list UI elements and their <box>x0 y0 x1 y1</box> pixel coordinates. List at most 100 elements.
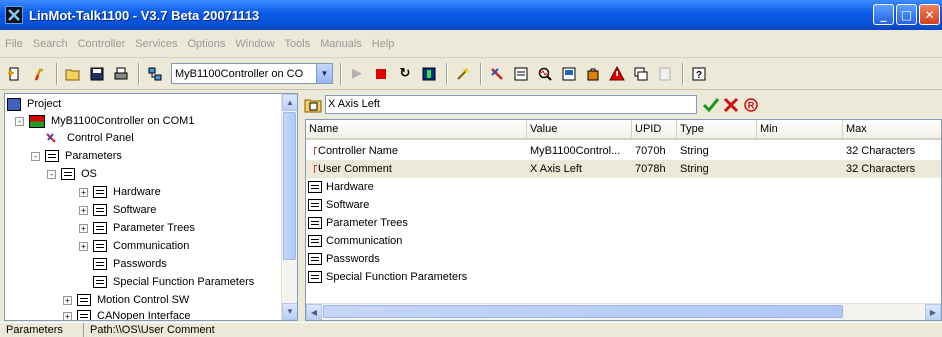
controller-select-value: MyB1100Controller on CO <box>175 67 304 80</box>
folder-row-passwords[interactable]: Passwords <box>306 250 941 268</box>
tree-item-controller[interactable]: - MyB1100Controller on COM1 <box>15 112 196 130</box>
scroll-right-icon[interactable]: ▶ <box>925 304 941 320</box>
parameter-folder-icon <box>93 222 107 234</box>
new-project-icon[interactable] <box>4 63 26 85</box>
tree-item-parameter-trees[interactable]: + Parameter Trees <box>79 219 197 237</box>
parameter-grid[interactable]: Name Value UPID Type Min Max Controller … <box>305 119 942 321</box>
expand-icon[interactable]: + <box>79 205 88 215</box>
cancel-x-icon[interactable] <box>723 96 739 114</box>
tree-item-software[interactable]: + Software <box>79 201 158 219</box>
window-title: LinMot-Talk1100 - V3.7 Beta 20071113 <box>29 7 260 23</box>
folder-row-software[interactable]: Software <box>306 196 941 214</box>
column-header-min[interactable]: Min <box>757 120 843 140</box>
grid-horizontal-scrollbar[interactable]: ◀ ▶ <box>306 303 941 320</box>
table-row-selected[interactable]: User Comment X Axis Left 7078h String 32… <box>306 160 941 178</box>
collapse-icon[interactable]: - <box>47 169 56 179</box>
tool-icon[interactable] <box>486 63 508 85</box>
folder-row-hardware[interactable]: Hardware <box>306 178 941 196</box>
row-type: String <box>680 145 709 157</box>
tree-item-os[interactable]: - OS <box>47 165 99 183</box>
tree-scroll-thumb[interactable] <box>283 112 296 260</box>
toolbar-separator <box>682 62 684 85</box>
column-header-upid[interactable]: UPID <box>632 120 677 140</box>
parameter-marker-icon <box>314 165 317 173</box>
folder-row-parameter-trees[interactable]: Parameter Trees <box>306 214 941 232</box>
network-icon[interactable] <box>144 63 166 85</box>
tree-item-project[interactable]: Project <box>7 95 63 113</box>
chevron-down-icon[interactable]: ▼ <box>316 64 332 83</box>
default-value-icon[interactable]: R <box>743 96 759 114</box>
menu-tools[interactable]: Tools <box>280 38 316 50</box>
expand-icon[interactable]: + <box>79 223 88 233</box>
tree-item-control-panel[interactable]: Control Panel <box>45 129 136 147</box>
scroll-down-icon[interactable]: ▼ <box>282 303 297 320</box>
menu-file[interactable]: File <box>0 38 28 50</box>
magic-wand-icon[interactable] <box>452 63 474 85</box>
list-icon[interactable] <box>654 63 676 85</box>
project-tree[interactable]: Project - MyB1100Controller on COM1 Cont… <box>4 93 298 321</box>
parameter-folder-icon <box>77 310 91 320</box>
stop-icon[interactable] <box>370 63 392 85</box>
help-icon[interactable]: ? <box>688 63 710 85</box>
row-name: User Comment <box>318 163 392 175</box>
save-disk-icon[interactable] <box>86 63 108 85</box>
row-value: X Axis Left <box>530 163 582 175</box>
tree-item-passwords[interactable]: Passwords <box>93 255 169 273</box>
folder-row-communication[interactable]: Communication <box>306 232 941 250</box>
bag-icon[interactable] <box>582 63 604 85</box>
column-header-name[interactable]: Name <box>306 120 527 140</box>
tree-item-special-function-parameters[interactable]: Special Function Parameters <box>93 273 256 291</box>
wizard-icon[interactable] <box>28 63 50 85</box>
tree-item-communication[interactable]: + Communication <box>79 237 191 255</box>
grid-scroll-thumb[interactable] <box>323 305 843 318</box>
expand-icon[interactable]: + <box>63 295 72 305</box>
play-icon[interactable]: ▶ <box>346 63 368 85</box>
apply-check-icon[interactable] <box>702 96 720 114</box>
toolbar-separator <box>138 62 140 85</box>
column-header-value[interactable]: Value <box>527 120 632 140</box>
close-button[interactable]: ✕ <box>919 4 940 25</box>
column-header-type[interactable]: Type <box>677 120 757 140</box>
tree-item-canopen-interface[interactable]: + CANopen Interface <box>63 307 193 320</box>
menu-window[interactable]: Window <box>230 38 279 50</box>
parameter-icon[interactable] <box>510 63 532 85</box>
tree-item-hardware[interactable]: + Hardware <box>79 183 163 201</box>
folder-row-special-function-parameters[interactable]: Special Function Parameters <box>306 268 941 286</box>
menu-search[interactable]: Search <box>28 38 73 50</box>
menu-manuals[interactable]: Manuals <box>315 38 367 50</box>
monitor-icon[interactable] <box>558 63 580 85</box>
tree-scrollbar[interactable]: ▲ ▼ <box>281 94 297 320</box>
collapse-icon[interactable]: - <box>15 116 24 126</box>
row-name: Controller Name <box>318 145 399 157</box>
menu-services[interactable]: Services <box>130 38 182 50</box>
tree-item-parameters[interactable]: - Parameters <box>31 147 124 165</box>
controller-icon <box>29 114 45 128</box>
reset-icon[interactable]: ↻ <box>394 63 416 85</box>
controller-select[interactable]: MyB1100Controller on CO ▼ <box>171 63 333 84</box>
menu-options[interactable]: Options <box>182 38 230 50</box>
expand-icon[interactable]: + <box>79 241 88 251</box>
row-upid: 7078h <box>635 163 666 175</box>
scroll-left-icon[interactable]: ◀ <box>306 304 322 320</box>
collapse-icon[interactable]: - <box>31 151 40 161</box>
value-input[interactable]: X Axis Left <box>325 95 697 114</box>
print-icon[interactable] <box>110 63 132 85</box>
scroll-up-icon[interactable]: ▲ <box>282 94 297 111</box>
windows-icon[interactable] <box>630 63 652 85</box>
expand-icon[interactable]: + <box>63 311 72 320</box>
linmot-app-icon[interactable] <box>5 6 23 24</box>
maximize-button[interactable]: □ <box>896 4 917 25</box>
menu-controller[interactable]: Controller <box>73 38 131 50</box>
table-row[interactable]: Controller Name MyB1100Control... 7070h … <box>306 142 941 160</box>
title-bar: LinMot-Talk1100 - V3.7 Beta 20071113 _ □… <box>0 0 942 30</box>
device-icon[interactable] <box>418 63 440 85</box>
status-path: Path:\\OS\User Comment <box>90 324 215 336</box>
column-header-max[interactable]: Max <box>843 120 941 140</box>
open-folder-icon[interactable] <box>62 63 84 85</box>
warning-icon[interactable] <box>606 63 628 85</box>
expand-icon[interactable]: + <box>79 187 88 197</box>
minimize-button[interactable]: _ <box>873 4 894 25</box>
menu-help[interactable]: Help <box>367 38 400 50</box>
parameter-marker-icon <box>314 147 317 155</box>
oscilloscope-icon[interactable] <box>534 63 556 85</box>
